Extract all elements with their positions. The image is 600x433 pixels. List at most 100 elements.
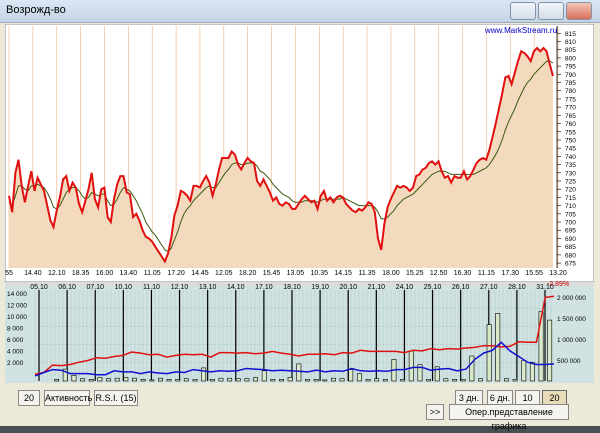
volume-y-tick-label: 10 000 — [7, 314, 27, 321]
volume-bar — [227, 377, 233, 382]
price-y-tick-label: 690 — [565, 236, 576, 243]
price-y-tick-label: 760 — [565, 121, 576, 128]
volume-bar — [382, 378, 388, 382]
price-x-tick-label: 15.55 — [525, 270, 543, 277]
price-y-tick-label: 770 — [565, 105, 576, 112]
volume-bar — [140, 378, 146, 382]
volume-y2-tick-label: 1 000 000 — [557, 337, 586, 344]
volume-y2-tick-label: 2 000 000 — [557, 295, 586, 302]
volume-y-tick-label: 8 000 — [7, 326, 24, 333]
window-title: Возрожд-во — [6, 4, 66, 16]
next-button[interactable]: >> — [426, 404, 444, 420]
price-x-tick-label: 11.05 — [144, 270, 161, 277]
volume-bar — [547, 319, 553, 382]
price-x-tick-label: 11.15 — [478, 270, 495, 277]
volume-bar — [253, 377, 258, 382]
price-x-tick-label: 14.40 — [24, 270, 42, 277]
period-value-field[interactable]: 20 — [18, 390, 40, 406]
volume-bar — [192, 378, 198, 382]
chart-options-button[interactable]: Опер.представление графика — [449, 404, 569, 431]
volume-bar — [209, 378, 215, 382]
volume-bar — [512, 378, 518, 382]
volume-bar — [97, 377, 103, 382]
price-y-tick-label: 740 — [565, 154, 576, 161]
volume-bar — [235, 378, 241, 382]
volume-date-label: 26.10 — [452, 284, 470, 291]
volume-bar — [443, 378, 449, 382]
close-button[interactable] — [566, 2, 592, 20]
price-x-tick-label: 18.35 — [72, 270, 90, 277]
price-y-tick-label: 725 — [565, 179, 576, 186]
volume-bar — [88, 378, 94, 382]
volume-bar — [521, 360, 527, 382]
price-x-tick-label: 12.50 — [430, 270, 448, 277]
watermark: www.MarkStream.ru — [484, 26, 557, 35]
price-y-tick-label: 675 — [565, 261, 576, 268]
volume-y-tick-label: 6 000 — [7, 337, 24, 344]
price-y-tick-label: 805 — [565, 47, 576, 54]
price-x-tick-label: 11.35 — [359, 270, 376, 277]
volume-bar — [452, 378, 457, 382]
price-y-tick-label: 705 — [565, 211, 576, 218]
price-y-tick-label: 680 — [565, 252, 576, 259]
volume-date-label: 19.10 — [311, 284, 329, 291]
volume-date-label: 14.10 — [227, 284, 245, 291]
volume-bar — [261, 370, 267, 382]
volume-bar — [123, 377, 129, 382]
volume-bar — [460, 378, 466, 382]
volume-bar — [158, 377, 163, 382]
price-y-tick-label: 785 — [565, 80, 576, 87]
volume-bar — [486, 324, 492, 382]
title-bar: Возрожд-во — [0, 0, 600, 23]
volume-date-label: 25.10 — [424, 284, 442, 291]
volume-date-label: 07.10 — [86, 284, 104, 291]
volume-date-label: 18.10 — [283, 284, 301, 291]
volume-y-tick-label: 12 000 — [7, 303, 27, 310]
price-y-tick-label: 775 — [565, 96, 576, 103]
volume-bar — [201, 367, 207, 382]
volume-bar — [330, 377, 336, 382]
volume-date-label: 27.10 — [480, 284, 498, 291]
price-y-tick-label: 695 — [565, 228, 576, 235]
volume-bar — [114, 377, 120, 382]
volume-bar — [166, 378, 172, 382]
rsi-button[interactable]: R.S.I. (15) — [94, 390, 138, 406]
price-y-tick-label: 715 — [565, 195, 576, 202]
price-x-tick-label: 17.20 — [167, 270, 185, 277]
minimize-button[interactable] — [510, 2, 536, 20]
volume-bar — [296, 363, 302, 382]
activity-button[interactable]: Активность — [44, 390, 92, 406]
maximize-button[interactable] — [538, 2, 564, 20]
volume-bar — [503, 378, 509, 382]
volume-y-tick-label: 14 000 — [7, 291, 27, 298]
volume-date-label: 12.10 — [171, 284, 189, 291]
price-x-tick-label: 15.45 — [263, 270, 281, 277]
volume-bar — [477, 378, 483, 382]
price-y-tick-label: 720 — [565, 187, 576, 194]
volume-bar — [348, 369, 354, 382]
volume-bar — [313, 378, 319, 382]
price-y-tick-label: 755 — [565, 129, 576, 136]
volume-y-tick-label: 2 000 — [7, 360, 24, 367]
price-x-tick-label: 14.15 — [334, 270, 352, 277]
volume-y-tick-label: 4 000 — [7, 349, 24, 356]
volume-bar — [175, 378, 181, 382]
volume-bar — [183, 378, 189, 382]
price-x-tick-label: 18.00 — [382, 270, 400, 277]
price-x-tick-label: 15.25 — [406, 270, 424, 277]
price-y-tick-label: 800 — [565, 55, 576, 62]
volume-bar — [270, 378, 276, 382]
volume-date-label: 10.10 — [115, 284, 133, 291]
volume-bar — [244, 378, 250, 382]
price-y-tick-label: 765 — [565, 113, 576, 120]
price-y-tick-label: 780 — [565, 88, 576, 95]
price-x-tick-label: 12.05 — [215, 270, 233, 277]
volume-bar — [408, 350, 414, 382]
volume-date-label: 06.10 — [58, 284, 76, 291]
volume-date-label: 20.10 — [339, 284, 357, 291]
volume-date-label: 17.10 — [255, 284, 273, 291]
volume-date-label: 31.10 — [536, 284, 554, 291]
volume-bar — [106, 378, 112, 382]
volume-bar — [339, 378, 345, 382]
volume-bar — [469, 355, 475, 382]
